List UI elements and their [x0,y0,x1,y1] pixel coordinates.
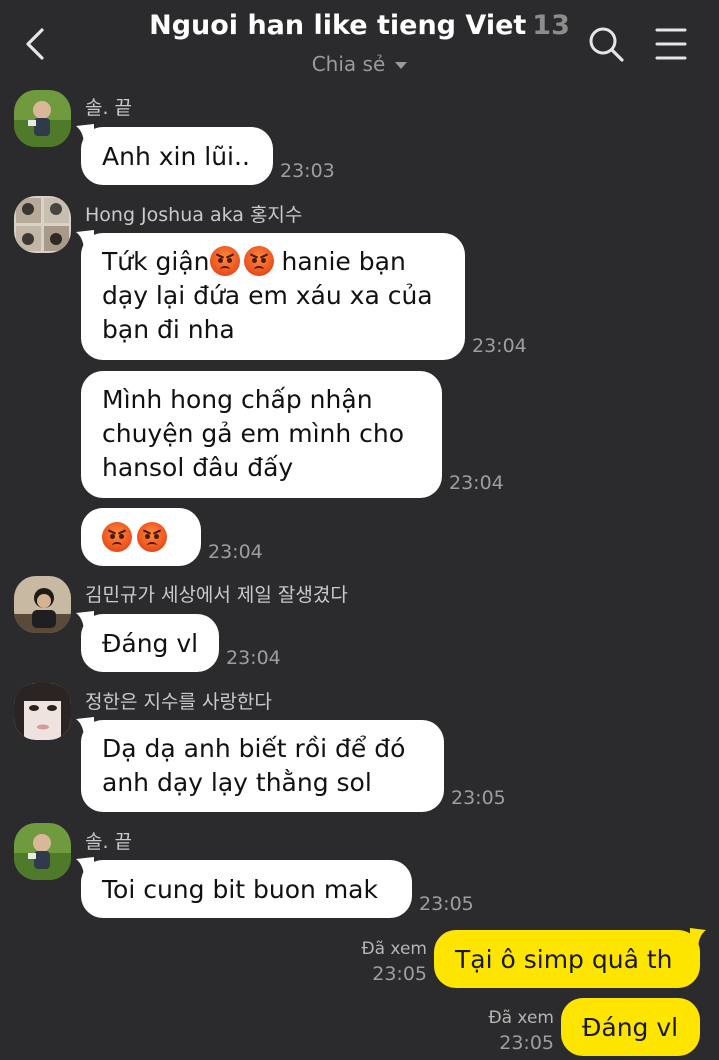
message-line: dạy lại đứa em xáu xa của [102,281,433,310]
message-time: 23:04 [208,541,263,563]
message-line: Mình hong chấp nhận [102,385,373,414]
angry-face-emoji [137,522,167,552]
message-line: bạn đi nha [102,315,235,344]
message-time: 23:05 [419,893,474,915]
read-receipt: Đã xem [361,939,427,959]
message-line: Tứk giận hanie bạn [102,246,406,276]
message-bubble[interactable]: Mình hong chấp nhận chuyện gả em mình ch… [81,371,442,498]
message-time: 23:04 [449,472,504,494]
message-bubble[interactable]: Dạ dạ anh biết rồi để đó anh dạy lạy thằ… [81,720,444,812]
avatar-image [14,576,71,633]
avatar-image [14,823,71,880]
sender-name: 솔. 끝 [85,97,133,119]
share-label: Chia sẻ [311,52,386,76]
avatar-kim-mingyu[interactable] [14,576,71,633]
message-bubble[interactable]: Toi cung bit buon mak [81,860,412,918]
chat-title-text: Nguoi han like tieng Viet [149,10,527,41]
sender-name: Hong Joshua aka 홍지수 [85,204,303,226]
chevron-down-icon [395,62,408,69]
message-bubble-emoji[interactable] [81,508,201,566]
message-bubble[interactable]: Tứk giận hanie bạn dạy lại đứa em xáu xa… [81,233,465,360]
avatar-image [14,90,71,147]
message-line: hansol đâu đấy [102,453,294,482]
message-line: anh dạy lạy thằng sol [102,768,372,797]
message-time: 23:05 [372,963,427,985]
message-line: chuyện gả em mình cho [102,419,405,448]
avatar-sol[interactable] [14,90,71,147]
avatar-hong-joshua[interactable] [14,196,71,253]
menu-button[interactable] [654,26,688,62]
message-time: 23:05 [499,1032,554,1054]
message-line: Dạ dạ anh biết rồi để đó [102,734,406,763]
avatar-image [14,196,71,253]
angry-face-emoji [209,246,240,276]
message-bubble[interactable]: Đáng vl [81,614,219,672]
message-time: 23:05 [451,787,506,809]
avatar-jeonghan[interactable] [14,683,71,740]
my-message-bubble[interactable]: Đáng vl [561,998,700,1056]
read-receipt: Đã xem [488,1008,554,1028]
sender-name: 정한은 지수를 사랑한다 [85,691,272,713]
search-button[interactable] [586,24,626,64]
message-time: 23:04 [472,335,527,357]
angry-face-emoji [243,246,274,276]
menu-icon [655,28,687,60]
avatar-sol[interactable] [14,823,71,880]
search-icon [589,27,624,62]
bubble-tail [690,928,706,950]
member-count: 13 [532,10,570,41]
message-time: 23:04 [226,647,281,669]
my-message-bubble[interactable]: Tại ô simp quâ th [434,930,700,988]
message-time: 23:03 [280,160,335,182]
message-bubble[interactable]: Anh xin lũi.. [81,127,273,185]
sender-name: 김민규가 세상에서 제일 잘생겼다 [85,584,348,606]
angry-face-emoji [102,522,132,552]
avatar-image [14,683,71,740]
sender-name: 솔. 끝 [85,831,133,853]
